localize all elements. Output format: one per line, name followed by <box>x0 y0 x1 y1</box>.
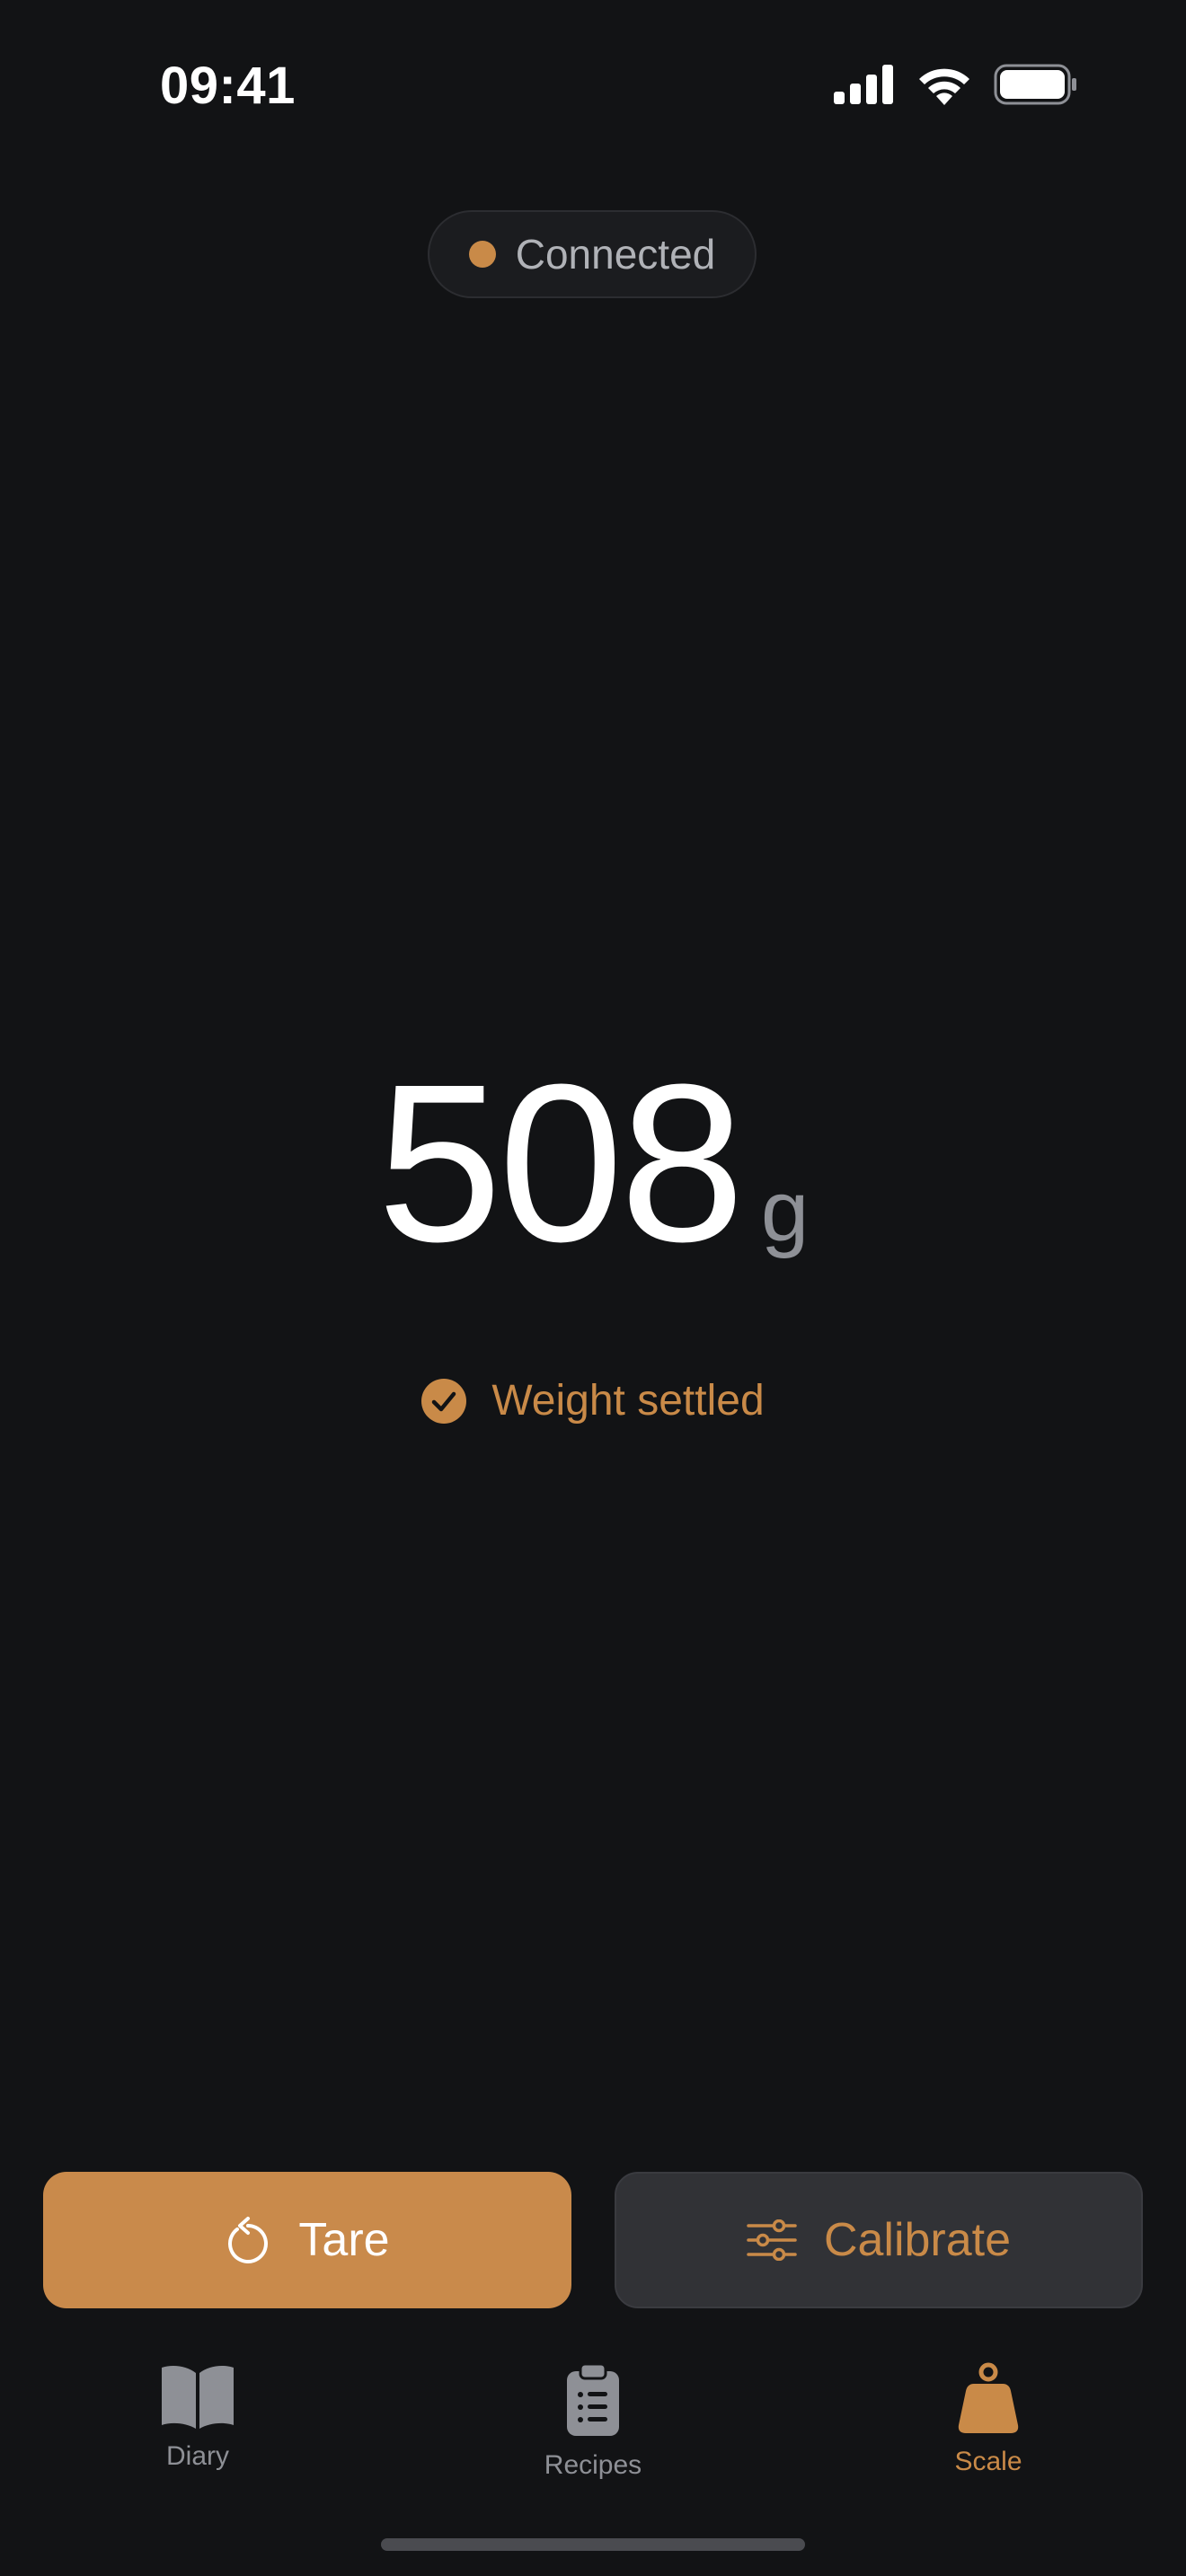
tare-button[interactable]: Tare <box>43 2172 571 2308</box>
scale-screen: 09:41 Connected 508 g Weight settled Tar… <box>0 0 1186 2576</box>
sliders-icon <box>747 2219 797 2261</box>
connection-dot <box>468 241 496 268</box>
tab-recipes-label: Recipes <box>544 2450 642 2480</box>
status-icons <box>834 63 1078 106</box>
tare-button-label: Tare <box>298 2214 390 2266</box>
tab-scale-label: Scale <box>954 2447 1022 2476</box>
calibrate-button-label: Calibrate <box>823 2214 1012 2266</box>
rotate-ccw-icon <box>228 2217 269 2263</box>
status-time: 09:41 <box>160 57 296 115</box>
connection-status-pill: Connected <box>428 210 757 298</box>
calibrate-button[interactable]: Calibrate <box>615 2172 1143 2308</box>
weight-display: 508 g <box>0 1051 1186 1275</box>
cellular-signal-icon <box>834 65 893 104</box>
weight-unit: g <box>760 1163 810 1259</box>
tab-diary-label: Diary <box>165 2441 229 2471</box>
tab-recipes[interactable]: Recipes <box>458 2362 728 2481</box>
clipboard-list-icon <box>567 2362 619 2436</box>
weight-value: 508 <box>376 1037 745 1288</box>
book-icon <box>162 2366 234 2429</box>
wifi-icon <box>919 68 969 105</box>
weight-status-label: Weight settled <box>491 1377 765 1425</box>
tab-diary[interactable]: Diary <box>63 2362 332 2472</box>
weight-status: Weight settled <box>0 1376 1186 1425</box>
connection-label: Connected <box>515 231 716 278</box>
tab-scale[interactable]: Scale <box>854 2362 1123 2477</box>
battery-icon <box>994 64 1076 105</box>
home-indicator[interactable] <box>381 2538 805 2551</box>
weight-icon <box>958 2362 1019 2433</box>
checkmark-circle-icon <box>421 1378 467 1424</box>
